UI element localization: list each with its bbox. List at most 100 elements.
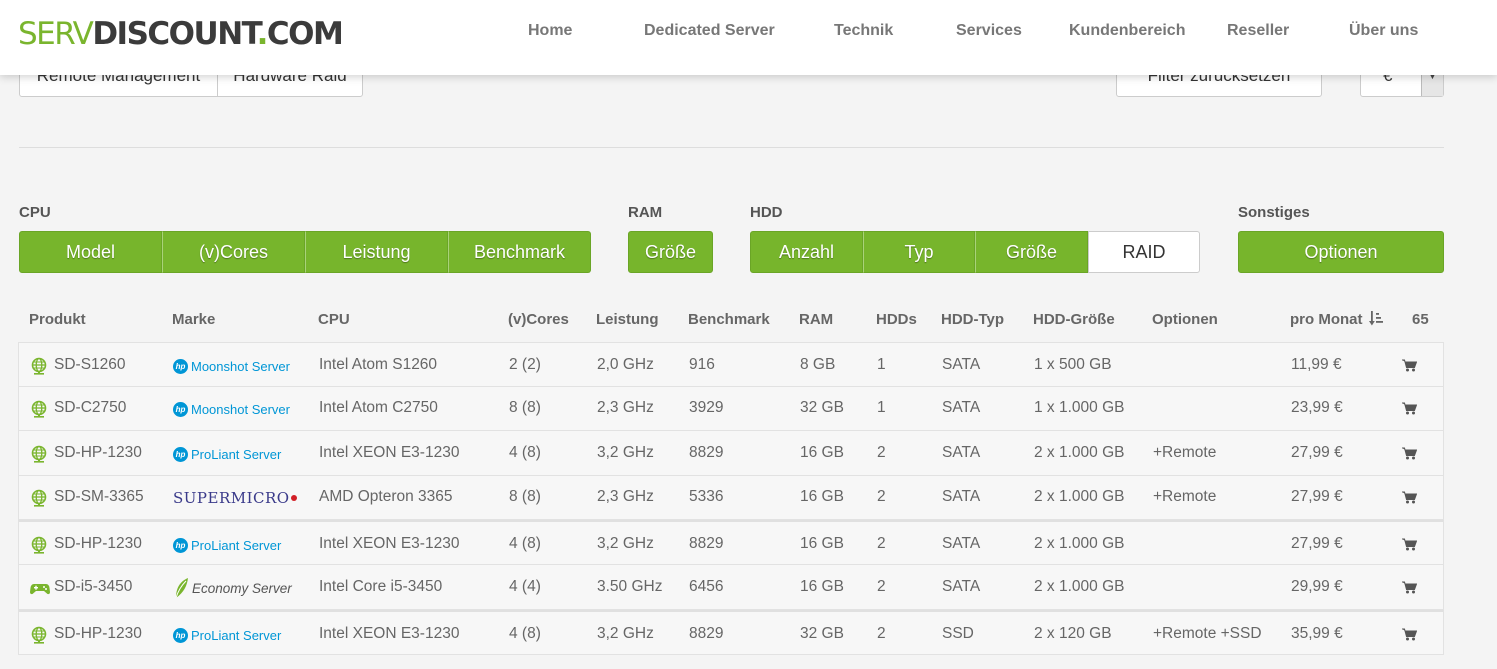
ram-size: 16 GB <box>800 535 844 552</box>
brand-name: SUPERMICRO <box>173 489 290 507</box>
sort-ram-size-button[interactable]: Größe <box>628 231 713 273</box>
col-preis[interactable]: pro Monat <box>1290 311 1383 330</box>
brand-logo: Economy Server <box>173 578 292 599</box>
hdd-count: 2 <box>877 488 886 505</box>
sort-hdd-count-button[interactable]: Anzahl <box>750 231 863 273</box>
brand-name: ProLiant Server <box>191 446 282 462</box>
sort-cpu-leistung-button[interactable]: Leistung <box>305 231 448 273</box>
options: +Remote <box>1153 488 1217 505</box>
benchmark-score: 6456 <box>689 578 724 595</box>
table-row[interactable]: hp Moonshot Server SD-S1260 Intel Atom S126… <box>18 342 1444 387</box>
hdd-type: SATA <box>942 578 981 595</box>
globe-icon <box>30 626 48 644</box>
ram-size: 16 GB <box>800 444 844 461</box>
hdd-type: SATA <box>942 356 981 373</box>
col-ram[interactable]: RAM <box>799 311 833 328</box>
cart-icon[interactable] <box>1402 402 1418 415</box>
cpu-leistung: 2,0 GHz <box>597 356 654 373</box>
col-benchmark[interactable]: Benchmark <box>688 311 770 328</box>
price: 29,99 € <box>1291 578 1343 595</box>
table-row[interactable]: hp ProLiant Server SD-HP-1230 Intel XEON E3… <box>18 520 1444 565</box>
sort-hdd-raid-button[interactable]: RAID <box>1088 231 1200 273</box>
nav-technik[interactable]: Technik <box>834 22 893 40</box>
col-cpu[interactable]: CPU <box>318 311 350 328</box>
hdd-type: SATA <box>942 488 981 505</box>
product-name[interactable]: SD-HP-1230 <box>54 625 142 643</box>
benchmark-score: 8829 <box>689 625 724 642</box>
nav-reseller[interactable]: Reseller <box>1227 22 1289 40</box>
sort-cpu-model-button[interactable]: Model <box>19 231 162 273</box>
table-row[interactable]: SUPERMICRO SD-SM-3365 AMD Opteron 3365 8 (8… <box>18 476 1444 520</box>
nav-home[interactable]: Home <box>528 22 572 40</box>
nav-kundenbereich[interactable]: Kundenbereich <box>1069 22 1185 40</box>
col-marke[interactable]: Marke <box>172 311 215 328</box>
product-name[interactable]: SD-i5-3450 <box>54 578 132 596</box>
product-name[interactable]: SD-S1260 <box>54 356 126 374</box>
product-name[interactable]: SD-HP-1230 <box>54 444 142 462</box>
table-row[interactable]: hp ProLiant Server SD-HP-1230 Intel XEON E3… <box>18 431 1444 476</box>
options: +Remote +SSD <box>1153 625 1262 642</box>
sort-hdd-type-button[interactable]: Typ <box>863 231 975 273</box>
sort-options-button[interactable]: Optionen <box>1238 231 1444 273</box>
hp-logo-icon: hp <box>173 401 188 417</box>
cart-icon[interactable] <box>1402 581 1418 594</box>
options: +Remote <box>1153 444 1217 461</box>
sort-cpu-benchmark-button[interactable]: Benchmark <box>448 231 591 273</box>
cart-icon[interactable] <box>1402 628 1418 641</box>
nav-dedicated-server[interactable]: Dedicated Server <box>644 22 775 40</box>
cart-icon[interactable] <box>1402 359 1418 372</box>
benchmark-score: 5336 <box>689 488 724 505</box>
col-cores[interactable]: (v)Cores <box>508 311 569 328</box>
supermicro-dot-icon <box>290 495 297 501</box>
hdd-size: 2 x 1.000 GB <box>1034 535 1125 552</box>
nav-services[interactable]: Services <box>956 22 1022 40</box>
ram-size: 32 GB <box>800 625 844 642</box>
cpu-leistung: 3,2 GHz <box>597 625 654 642</box>
table-row[interactable]: hp ProLiant Server SD-HP-1230 Intel XEON E3… <box>18 610 1444 655</box>
hp-logo-icon: hp <box>173 358 188 374</box>
cart-icon[interactable] <box>1402 491 1418 504</box>
col-hdds[interactable]: HDDs <box>876 311 917 328</box>
brand-name: Moonshot Server <box>191 358 290 374</box>
product-name[interactable]: SD-HP-1230 <box>54 535 142 553</box>
cpu-model: Intel XEON E3-1230 <box>319 535 460 552</box>
col-leistung[interactable]: Leistung <box>596 311 659 328</box>
ram-size: 32 GB <box>800 399 844 416</box>
cpu-model: Intel Core i5-3450 <box>319 578 443 595</box>
cpu-model: Intel Atom S1260 <box>319 356 438 373</box>
hdd-type: SSD <box>942 625 974 642</box>
cpu-model: Intel Atom C2750 <box>319 399 438 416</box>
brand-logo: hp Moonshot Server <box>173 399 290 419</box>
col-hdd-typ[interactable]: HDD-Typ <box>941 311 1004 328</box>
cpu-cores: 8 (8) <box>509 399 541 416</box>
gamepad-icon <box>30 579 50 597</box>
table-row[interactable]: Economy Server SD-i5-3450 Intel Core i5-34… <box>18 565 1444 610</box>
cart-icon[interactable] <box>1402 538 1418 551</box>
main-nav: Home Dedicated Server Technik Services K… <box>0 22 1497 42</box>
sort-ascending-icon[interactable] <box>1368 311 1383 330</box>
col-produkt[interactable]: Produkt <box>29 311 86 328</box>
nav-ueber-uns[interactable]: Über uns <box>1349 22 1418 40</box>
table-row[interactable]: hp Moonshot Server SD-C2750 Intel Atom C275… <box>18 387 1444 431</box>
ram-size: 8 GB <box>800 356 836 373</box>
cpu-group-label: CPU <box>19 204 51 221</box>
product-name[interactable]: SD-C2750 <box>54 399 126 417</box>
hdd-count: 2 <box>877 535 886 552</box>
col-optionen[interactable]: Optionen <box>1152 311 1218 328</box>
misc-group-label: Sonstiges <box>1238 204 1310 221</box>
cpu-leistung: 3.50 GHz <box>597 578 663 595</box>
ram-size: 16 GB <box>800 488 844 505</box>
product-name[interactable]: SD-SM-3365 <box>54 488 144 506</box>
brand-name: Economy Server <box>192 580 292 596</box>
brand-logo: hp Moonshot Server <box>173 356 290 376</box>
brand-name: ProLiant Server <box>191 537 282 553</box>
sort-hdd-size-button[interactable]: Größe <box>975 231 1088 273</box>
cart-icon[interactable] <box>1402 447 1418 460</box>
price: 27,99 € <box>1291 444 1343 461</box>
brand-logo: SUPERMICRO <box>173 488 297 508</box>
col-hdd-groesse[interactable]: HDD-Größe <box>1033 311 1115 328</box>
hdd-size: 2 x 1.000 GB <box>1034 488 1125 505</box>
sort-cpu-cores-button[interactable]: (v)Cores <box>162 231 305 273</box>
cpu-leistung: 2,3 GHz <box>597 399 654 416</box>
cpu-leistung: 3,2 GHz <box>597 444 654 461</box>
